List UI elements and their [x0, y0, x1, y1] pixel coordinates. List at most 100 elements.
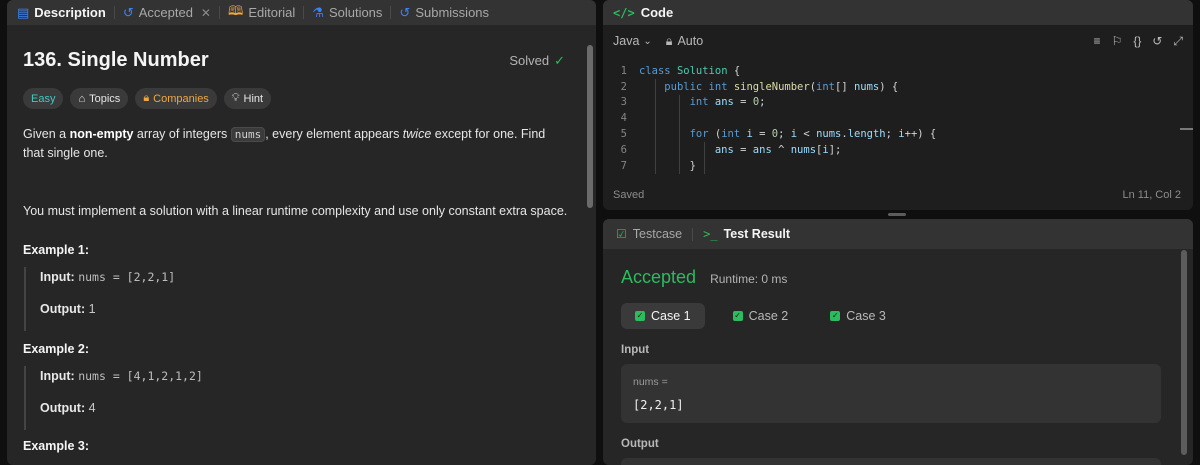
input-value: nums = [4,1,2,1,2] [78, 369, 203, 383]
line-number: 5 [620, 128, 627, 141]
tab-divider [390, 6, 392, 19]
line-number: 6 [620, 143, 627, 156]
tab-accepted[interactable]: ↺ Accepted ✕ [121, 0, 213, 25]
verdict-label: Accepted [621, 267, 697, 287]
line-number: 3 [620, 96, 627, 109]
tab-editorial[interactable]: 🕮 Editorial [226, 0, 297, 25]
tab-testcase[interactable]: Testcase [633, 227, 682, 241]
tab-solutions[interactable]: ⚗ Solutions [310, 0, 384, 25]
input-label: Input: [40, 369, 75, 383]
example-input: Input: nums = [4,1,2,1,2] [40, 366, 203, 398]
book-icon: 🕮 [227, 2, 244, 18]
output-label: Output: [40, 401, 86, 415]
difficulty-badge: Easy [23, 88, 64, 109]
input-var-value: [2,2,1] [633, 398, 684, 412]
desc-text: array of integers [133, 127, 231, 141]
check-circle-icon: ✓ [554, 52, 565, 68]
code-header-label: Code [640, 5, 674, 20]
code-line: 5 for (int i = 0; i < nums. length; i ++) … [603, 126, 1183, 142]
scroll-marker [1180, 128, 1193, 130]
topics-button[interactable]: ⌂ Topics [70, 88, 129, 109]
case-tab-1[interactable]: ✓ Case 1 [621, 303, 705, 329]
example-output: Output: 1 [40, 299, 175, 331]
code-line: 4 [603, 110, 1183, 126]
test-result-panel: ☑ Testcase >_ Test Result Accepted Runti… [603, 219, 1193, 465]
topics-label: Topics [89, 92, 121, 105]
language-label: Java [613, 34, 640, 48]
reset-icon[interactable]: ↺ [1152, 34, 1162, 49]
editor-tools: ≡ ⚐ {} ↺ ⤢ [1094, 34, 1183, 49]
bookmark-icon[interactable]: ⚐ [1112, 34, 1123, 49]
output-value: 1 [88, 302, 96, 316]
tab-divider [113, 6, 115, 19]
case-tab-2[interactable]: ✓ Case 2 [719, 303, 803, 329]
code-editor[interactable]: 1 class Solution { 2 public int singleNum… [603, 63, 1183, 175]
format-icon[interactable]: ≡ [1094, 34, 1101, 49]
description-icon: ▤ [17, 4, 30, 20]
expand-icon[interactable]: ⤢ [1173, 34, 1183, 49]
tag-icon: ⌂ [78, 92, 86, 105]
case-tab-3[interactable]: ✓ Case 3 [816, 303, 900, 329]
tab-description-label: Description [34, 5, 106, 20]
desc-text: , every element appears [265, 127, 403, 141]
code-line: 2 public int singleNumber(int[] nums) { [603, 79, 1183, 95]
tab-test-result[interactable]: Test Result [724, 227, 790, 241]
scrollbar[interactable] [587, 45, 593, 208]
problem-title[interactable]: 136. Single Number [23, 49, 209, 72]
description-paragraph-1: Given a non-empty array of integers nums… [23, 125, 563, 163]
language-select[interactable]: Java ⌄ [613, 34, 652, 48]
tab-divider [218, 6, 220, 19]
check-icon: ✓ [732, 311, 743, 321]
case-label: Case 3 [846, 309, 886, 323]
terminal-icon: >_ [703, 227, 718, 241]
left-tab-bar: ▤ Description ↺ Accepted ✕ 🕮 Editorial ⚗… [7, 0, 596, 25]
lightbulb-icon: 💡︎ [231, 92, 240, 104]
check-icon: ✓ [635, 311, 645, 321]
companies-label: Companies [153, 92, 209, 105]
tab-divider [303, 6, 305, 19]
check-icon: ✓ [830, 311, 841, 321]
desc-italic: twice [402, 127, 432, 141]
description-paragraph-2: You must implement a solution with a lin… [23, 204, 568, 218]
line-number: 1 [620, 64, 627, 77]
case-label: Case 1 [651, 309, 691, 323]
example-output: Output: 4 [40, 398, 203, 430]
code-line: 3 int ans = 0; [603, 95, 1183, 111]
verdict-row: Accepted Runtime: 0 ms [621, 267, 787, 288]
input-label: Input: [40, 270, 75, 284]
code-line: 7 } [603, 158, 1183, 174]
case-tabs: ✓ Case 1 ✓ Case 2 ✓ Case 3 [621, 303, 900, 329]
example-title: Example 3: [23, 439, 90, 453]
auto-mode-toggle[interactable]: 🔒︎ Auto [666, 34, 703, 49]
editor-status-bar: Saved Ln 11, Col 2 [613, 189, 1181, 201]
close-icon[interactable]: ✕ [201, 6, 211, 20]
example-title: Example 1: [23, 243, 90, 257]
line-number: 7 [620, 159, 627, 172]
code-header: </> Code [603, 0, 1193, 25]
chevron-down-icon: ⌄ [643, 35, 652, 47]
runtime-label: Runtime: 0 ms [710, 272, 788, 286]
panel-resize-handle[interactable] [888, 213, 906, 216]
input-value: nums = [2,2,1] [78, 270, 176, 284]
hint-label: Hint [243, 92, 264, 105]
lock-icon: 🔒︎ [143, 92, 150, 104]
tab-description[interactable]: ▤ Description [15, 0, 108, 25]
description-content: 136. Single Number Solved ✓ Easy ⌂ Topic… [7, 25, 585, 465]
solved-label: Solved [509, 53, 550, 68]
companies-button[interactable]: 🔒︎ Companies [135, 88, 217, 109]
braces-icon[interactable]: {} [1133, 34, 1141, 49]
description-panel: ▤ Description ↺ Accepted ✕ 🕮 Editorial ⚗… [7, 0, 596, 465]
tab-solutions-label: Solutions [328, 5, 383, 20]
indent-guide [655, 79, 656, 174]
scrollbar[interactable] [1181, 250, 1187, 455]
auto-label: Auto [677, 34, 704, 48]
lock-icon: 🔒︎ [665, 33, 673, 48]
line-number: 4 [620, 112, 627, 125]
output-value: 4 [88, 401, 96, 415]
code-icon: </> [613, 5, 635, 20]
hint-button[interactable]: 💡︎ Hint [223, 88, 272, 109]
tab-divider [692, 227, 694, 241]
input-box: nums = [2,2,1] [621, 364, 1161, 423]
tab-submissions[interactable]: ↺ Submissions [397, 0, 491, 25]
output-section-label: Output [621, 438, 659, 450]
